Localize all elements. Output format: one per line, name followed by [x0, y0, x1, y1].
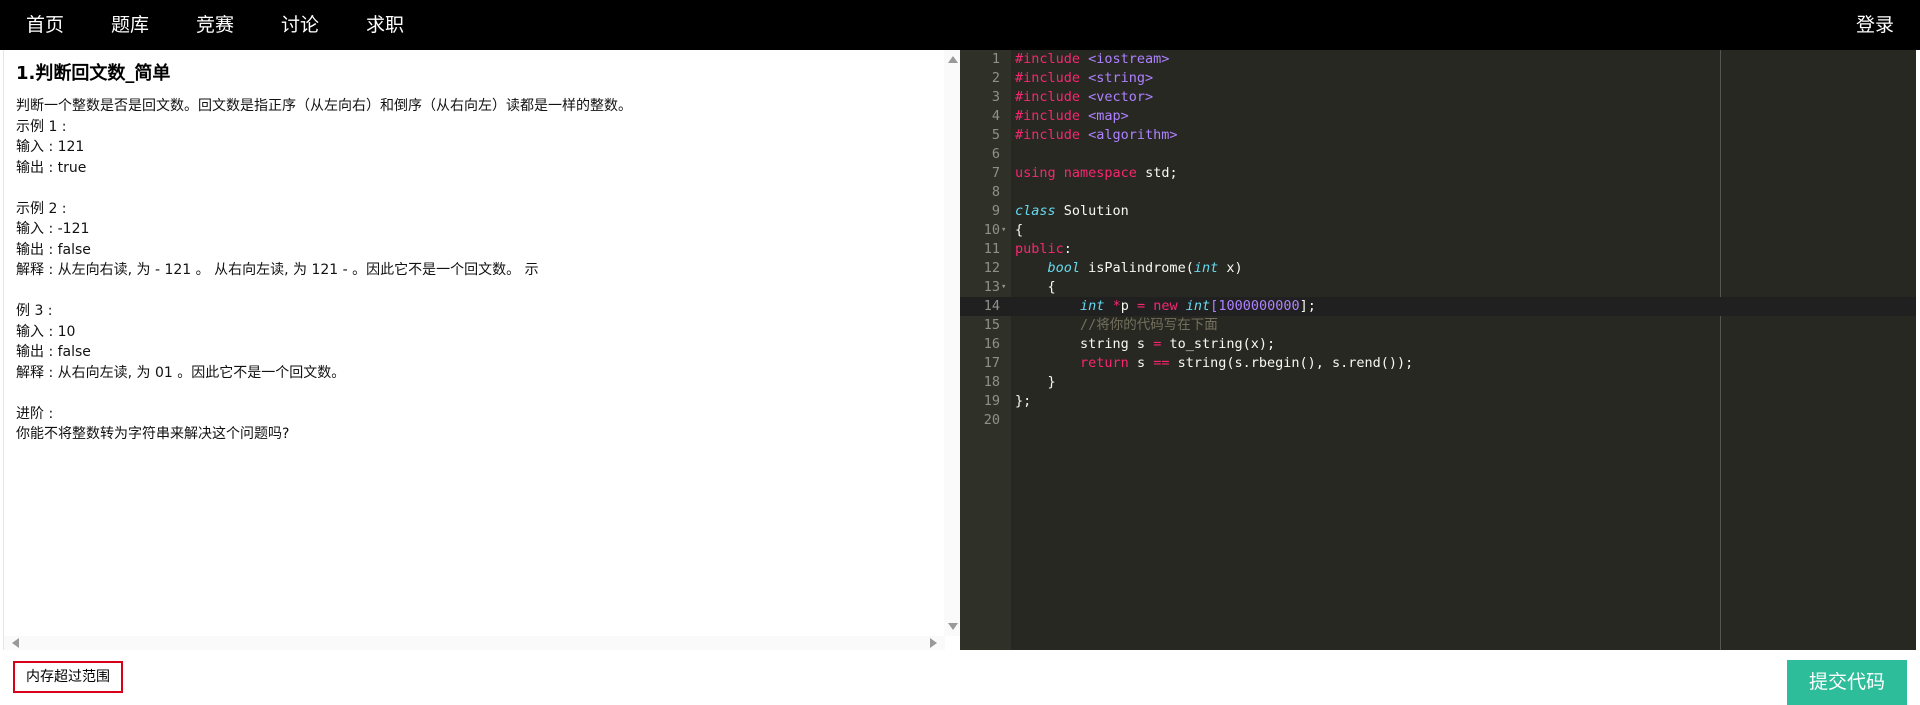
line-number: 7 — [991, 165, 1000, 181]
scroll-right-arrow-icon[interactable] — [930, 638, 937, 648]
scroll-left-arrow-icon[interactable] — [12, 638, 19, 648]
code-text: #include <iostream> — [1015, 51, 1170, 67]
line-number: 4 — [991, 108, 1000, 124]
code-text: #include <algorithm> — [1015, 127, 1178, 143]
code-text: #include <map> — [1015, 108, 1129, 124]
problem-line — [16, 383, 933, 404]
code-text: //将你的代码写在下面 — [1080, 317, 1218, 333]
line-number: 8 — [991, 184, 1000, 200]
problem-title: 1.判断回文数_简单 — [16, 63, 171, 84]
line-number: 9 — [991, 203, 1000, 219]
problem-line: 输出 : false — [16, 344, 91, 360]
code-text: string s = to_string(x); — [1080, 336, 1276, 352]
line-number: 5 — [991, 127, 1000, 143]
nav-home[interactable]: 首页 — [26, 0, 64, 50]
code-text: public: — [1015, 241, 1072, 257]
problem-line: 进阶 : — [16, 405, 54, 422]
vertical-scrollbar[interactable] — [944, 50, 960, 636]
code-text: #include <vector> — [1015, 89, 1154, 105]
code-line: 9 class Solution — [960, 202, 1916, 221]
problem-content: 1.判断回文数_简单 判断一个整数是否是回文数。回文数是指正序（从左向右）和倒序… — [4, 50, 945, 636]
line-number: 6 — [991, 146, 1000, 162]
problem-description: 判断一个整数是否是回文数。回文数是指正序（从左向右）和倒序（从右向左）读都是一样… — [16, 96, 933, 445]
scroll-down-arrow-icon[interactable] — [948, 623, 958, 630]
code-text: return s == string(s.rbegin(), s.rend())… — [1080, 355, 1414, 371]
fold-arrow-icon[interactable]: ▾ — [1001, 278, 1006, 297]
line-number: 16 — [983, 336, 1000, 352]
code-line: 20 — [960, 411, 1916, 430]
line-number: 10 — [983, 222, 1000, 238]
code-text: #include <string> — [1015, 70, 1154, 86]
code-text: } — [1015, 374, 1056, 390]
problem-line: 示例 1 : — [16, 118, 67, 135]
problem-line: 示例 2 : — [16, 200, 67, 217]
problem-line: 解释 : 从右向左读, 为 01 。因此它不是一个回文数。 — [16, 364, 346, 381]
nav-discuss[interactable]: 讨论 — [281, 0, 319, 50]
code-line: 2 #include <string> — [960, 69, 1916, 88]
problem-line: 你能不将整数转为字符串来解决这个问题吗? — [16, 426, 290, 442]
code-line: 4 #include <map> — [960, 107, 1916, 126]
nav-problem-bank[interactable]: 题库 — [111, 0, 149, 50]
line-number: 14 — [983, 298, 1000, 314]
code-line: 12 bool isPalindrome(int x) — [960, 259, 1916, 278]
code-line-active: 14 int *p = new int[1000000000]; — [960, 297, 1916, 316]
code-line: 8 — [960, 183, 1916, 202]
status-message: 内存超过范围 — [13, 661, 123, 693]
submit-code-button[interactable]: 提交代码 — [1787, 660, 1907, 705]
code-line: 7 using namespace std; — [960, 164, 1916, 183]
code-line: 16 string s = to_string(x); — [960, 335, 1916, 354]
code-text: class Solution — [1015, 203, 1129, 219]
code-line: 11 public: — [960, 240, 1916, 259]
code-text: using namespace std; — [1015, 165, 1178, 181]
line-number: 13 — [983, 279, 1000, 295]
problem-line — [16, 281, 933, 302]
fold-arrow-icon[interactable]: ▾ — [1001, 221, 1006, 240]
problem-line: 解释 : 从左向右读, 为 - 121 。 从右向左读, 为 121 - 。因此… — [16, 262, 539, 278]
problem-line: 输入 : 121 — [16, 139, 85, 155]
code-text: { — [1015, 279, 1056, 295]
nav-login[interactable]: 登录 — [1856, 0, 1894, 50]
problem-line: 输入 : 10 — [16, 323, 76, 340]
line-number: 19 — [983, 393, 1000, 409]
top-nav: 首页 题库 竞赛 讨论 求职 登录 — [0, 0, 1920, 50]
problem-line: 输入 : -121 — [16, 221, 90, 237]
problem-line: 判断一个整数是否是回文数。回文数是指正序（从左向右）和倒序（从右向左）读都是一样… — [16, 98, 632, 114]
horizontal-scrollbar[interactable] — [4, 636, 945, 650]
line-number: 3 — [991, 89, 1000, 105]
code-text: int *p = new int[1000000000]; — [1080, 298, 1316, 314]
code-line: 15 //将你的代码写在下面 — [960, 316, 1916, 335]
problem-line: 例 3 : — [16, 303, 53, 319]
code-text: }; — [1015, 393, 1032, 409]
code-line: 6 — [960, 145, 1916, 164]
code-line: 19 }; — [960, 392, 1916, 411]
code-line: 10 ▾ { — [960, 221, 1916, 240]
line-number: 20 — [983, 412, 1000, 428]
code-text: { — [1015, 222, 1024, 238]
scroll-up-arrow-icon[interactable] — [948, 56, 958, 63]
problem-pane: 1.判断回文数_简单 判断一个整数是否是回文数。回文数是指正序（从左向右）和倒序… — [3, 50, 960, 650]
problem-line: 输出 : true — [16, 159, 87, 176]
code-line: 17 return s == string(s.rbegin(), s.rend… — [960, 354, 1916, 373]
problem-line — [16, 178, 933, 199]
code-line: 3 #include <vector> — [960, 88, 1916, 107]
nav-job[interactable]: 求职 — [366, 0, 404, 50]
code-text: bool isPalindrome(int x) — [1047, 260, 1243, 276]
line-number: 12 — [983, 260, 1000, 276]
code-editor[interactable]: 1 #include <iostream> 2 #include <string… — [960, 50, 1916, 650]
code-line: 18 } — [960, 373, 1916, 392]
line-number: 1 — [991, 51, 1000, 67]
line-number: 17 — [983, 355, 1000, 371]
line-number: 15 — [983, 317, 1000, 333]
code-line: 13 ▾ { — [960, 278, 1916, 297]
nav-contest[interactable]: 竞赛 — [196, 0, 234, 50]
code-line: 1 #include <iostream> — [960, 50, 1916, 69]
code-line: 5 #include <algorithm> — [960, 126, 1916, 145]
problem-line: 输出 : false — [16, 241, 91, 258]
line-number: 11 — [983, 241, 1000, 257]
line-number: 2 — [991, 70, 1000, 86]
line-number: 18 — [983, 374, 1000, 390]
